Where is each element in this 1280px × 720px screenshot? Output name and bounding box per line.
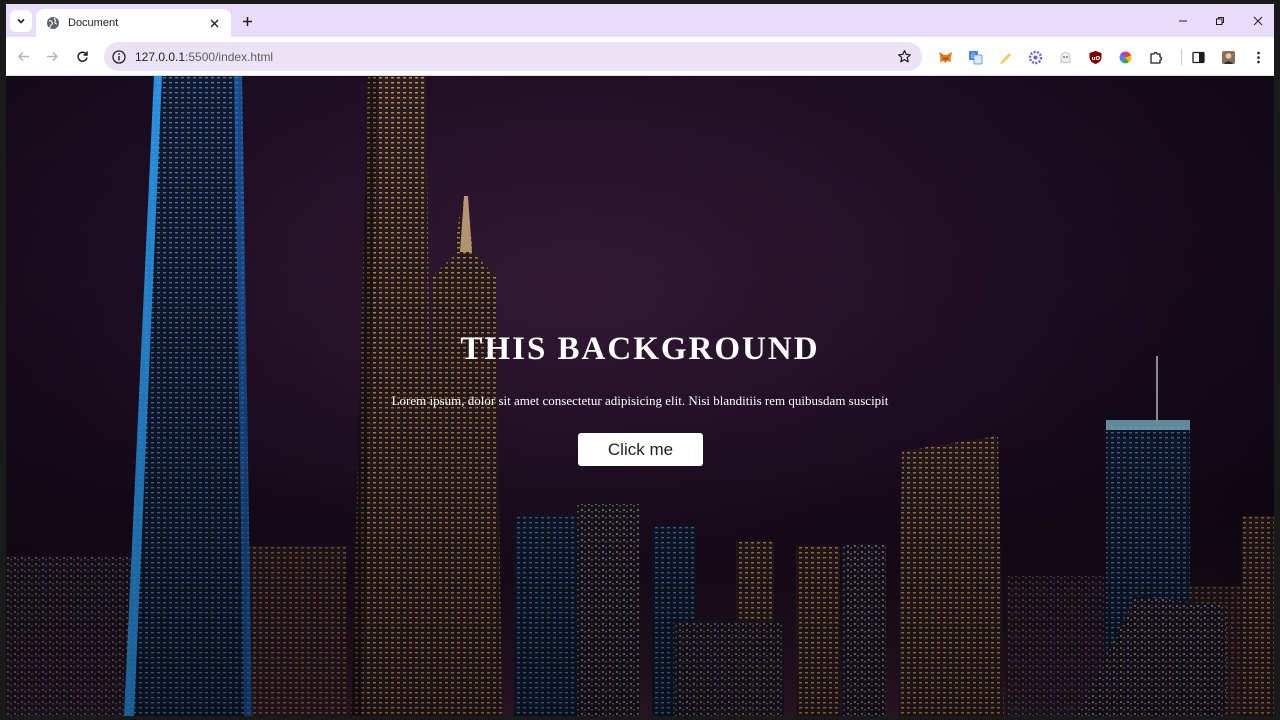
toolbar-divider [1181,49,1182,65]
plus-icon [242,16,252,26]
reload-icon [76,50,88,62]
gear-flower-icon[interactable] [1027,49,1043,65]
svg-text:G: G [971,53,976,60]
side-panel-icon[interactable] [1190,49,1206,65]
tab-document[interactable]: Document [36,9,231,37]
more-icon[interactable] [1250,49,1266,65]
address-host: 127.0.0.1 [135,49,186,64]
tab-search-button[interactable] [10,10,32,32]
address-path: :5500/index.html [185,49,274,64]
address-bar[interactable]: 127.0.0.1:5500/index.html [104,42,922,71]
restore-icon [1216,17,1224,25]
puzzle-icon[interactable] [1147,49,1163,65]
arrow-right-icon [46,51,58,61]
ublock-icon[interactable]: uO [1087,49,1103,65]
star-icon[interactable] [897,49,912,64]
hero-paragraph: Lorem ipsum, dolor sit amet consectetur … [391,393,889,408]
color-wheel-icon[interactable] [1117,49,1133,65]
address-url: 127.0.0.1:5500/index.html [135,50,273,64]
browser-toolbar: 127.0.0.1:5500/index.html G uO [6,37,1274,76]
back-button[interactable] [15,48,31,64]
svg-text:uO: uO [1091,56,1100,62]
reload-button[interactable] [74,48,90,64]
new-tab-button[interactable] [238,12,256,30]
chevron-down-icon [17,18,25,24]
minimize-icon [1179,20,1187,22]
click-me-button[interactable]: Click me [578,433,703,466]
highlighter-icon[interactable] [997,49,1013,65]
page-title: THIS BACKGROUND [460,331,820,367]
browser-window: Document 127.0.0.1:5500/index.html G uO … [6,4,1274,716]
page-viewport: THIS BACKGROUND Lorem ipsum, dolor sit a… [6,76,1274,716]
tab-strip: Document [6,4,1274,37]
close-icon [1253,16,1263,26]
ghost-icon[interactable] [1057,49,1073,65]
globe-icon [46,16,60,30]
avatar[interactable] [1220,49,1236,65]
minimize-button[interactable] [1175,13,1191,29]
translate-icon[interactable]: G [967,49,983,65]
close-window-button[interactable] [1250,13,1266,29]
metamask-icon[interactable] [937,49,953,65]
arrow-left-icon [17,51,29,61]
site-info-icon[interactable] [112,49,126,64]
screen-frame: Document 127.0.0.1:5500/index.html G uO … [0,0,1280,720]
hero-section: THIS BACKGROUND Lorem ipsum, dolor sit a… [6,76,1274,716]
tab-title: Document [68,17,119,29]
restore-button[interactable] [1212,13,1228,29]
close-icon[interactable] [207,16,221,30]
forward-button[interactable] [44,48,60,64]
